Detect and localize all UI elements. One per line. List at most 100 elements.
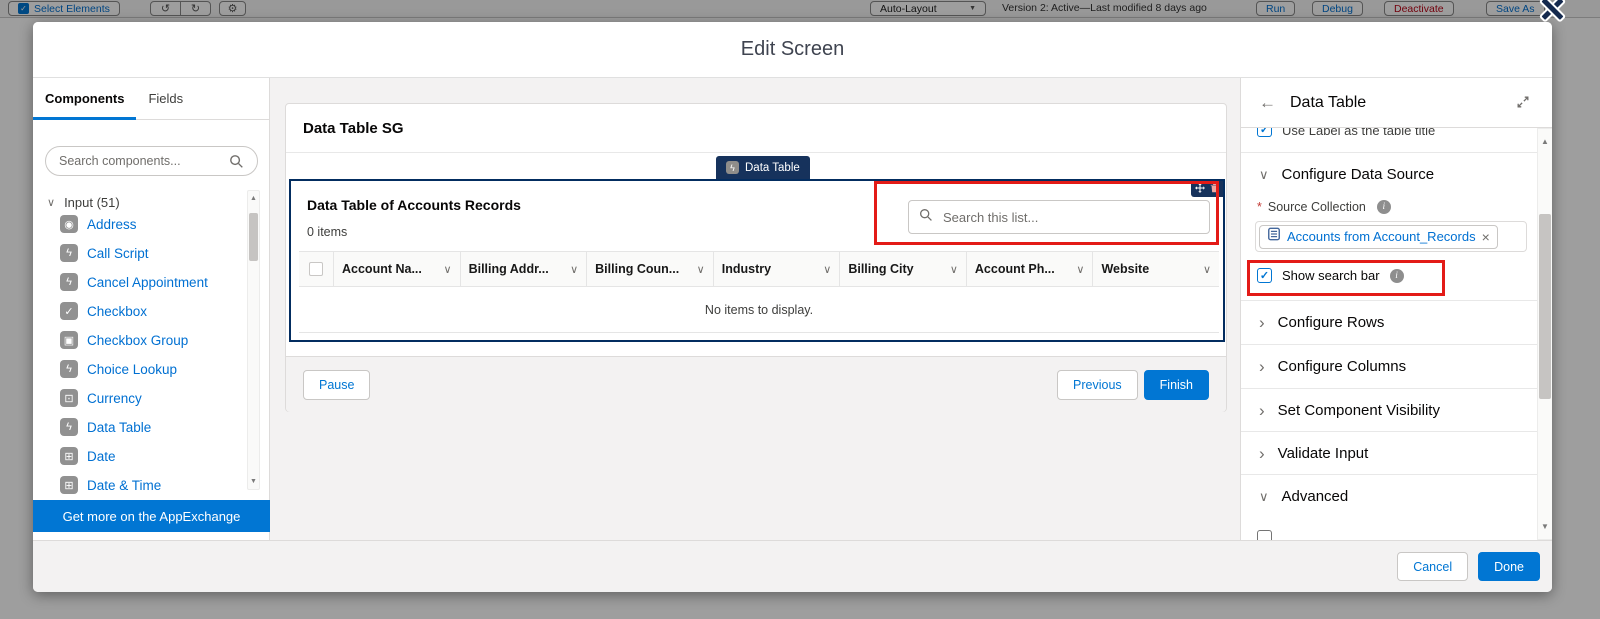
chevron-right-icon: › [1259,445,1265,462]
back-arrow-icon[interactable]: ← [1259,93,1276,113]
chevron-right-icon: › [1259,358,1265,375]
info-icon[interactable]: i [1390,269,1404,283]
chevron-right-icon: › [1259,402,1265,419]
date-icon: ⊞ [60,447,78,465]
screen-footer: Pause Previous Finish [286,356,1226,412]
appexchange-link[interactable]: Get more on the AppExchange [33,500,270,532]
column-header-account-phone[interactable]: Account Ph...∨ [966,252,1093,286]
modal-footer: Cancel Done [33,540,1552,592]
chevron-down-icon[interactable]: ∨ [444,263,452,276]
cancel-appointment-icon: ϟ [60,273,78,291]
column-header-website[interactable]: Website∨ [1092,252,1219,286]
cancel-button[interactable]: Cancel [1397,552,1468,581]
close-cursor-icon [1537,0,1567,24]
modal-header: Edit Screen [33,22,1552,78]
section-configure-data-source[interactable]: ∨ Configure Data Source [1241,152,1537,196]
move-icon[interactable] [1195,180,1205,198]
scrollbar-thumb[interactable] [1539,214,1551,399]
expand-icon[interactable] [1516,95,1530,114]
data-table-title: Data Table of Accounts Records [307,197,521,213]
show-search-bar-row[interactable]: ✓ Show search bar i [1257,268,1552,283]
pause-button[interactable]: Pause [303,370,370,400]
data-table-component[interactable]: Data Table of Accounts Records 0 items A… [289,179,1225,342]
sidebar-tabs: Components Fields [33,78,269,120]
sidebar-item-date[interactable]: ⊞ Date [33,442,245,470]
column-header-billing-address[interactable]: Billing Addr...∨ [460,252,587,286]
scrollbar-thumb[interactable] [249,213,258,261]
panel-scrollbar[interactable]: ▲ ▼ [1537,128,1552,540]
source-collection-label: * Source Collection i [1257,200,1391,214]
panel-header: ← Data Table [1241,78,1552,128]
chevron-down-icon: ∨ [47,196,55,209]
chevron-down-icon: ∨ [1259,489,1269,505]
choice-lookup-icon: ϟ [60,360,78,378]
sidebar-item-choice-lookup[interactable]: ϟ Choice Lookup [33,355,245,383]
done-button[interactable]: Done [1478,552,1540,581]
section-validate-input[interactable]: › Validate Input [1241,431,1537,475]
chevron-down-icon[interactable]: ∨ [570,263,578,276]
sidebar-item-date-time[interactable]: ⊞ Date & Time [33,471,245,499]
checkbox-group-icon: ▣ [60,331,78,349]
components-sidebar: Components Fields ∨ Input (51) ◉ Address… [33,78,270,540]
components-list-scrollbar[interactable]: ▲ ▼ [247,190,260,490]
previous-button[interactable]: Previous [1057,370,1138,400]
table-header-row: Account Na...∨ Billing Addr...∨ Billing … [299,251,1219,287]
column-header-billing-country[interactable]: Billing Coun...∨ [586,252,713,286]
required-asterisk: * [1257,200,1262,214]
source-collection-field[interactable]: Accounts from Account_Records × [1255,221,1527,252]
search-this-list-input[interactable] [941,209,1181,226]
scroll-down-icon[interactable]: ▼ [248,478,259,485]
scroll-up-icon[interactable]: ▲ [248,195,259,202]
list-search-box [908,200,1210,234]
sidebar-item-checkbox[interactable]: ✓ Checkbox [33,297,245,325]
column-header-billing-city[interactable]: Billing City∨ [839,252,966,286]
search-components-input[interactable] [45,146,258,176]
screen-header: Data Table SG [286,104,1226,153]
chevron-down-icon: ∨ [1259,167,1269,183]
chevron-down-icon[interactable]: ∨ [1203,263,1211,276]
search-icon [919,208,933,227]
section-set-component-visibility[interactable]: › Set Component Visibility [1241,388,1537,432]
screen-title: Data Table SG [303,120,404,137]
chevron-down-icon[interactable]: ∨ [697,263,705,276]
edit-screen-modal: Edit Screen Components Fields ∨ Input (5… [33,22,1552,592]
section-configure-columns[interactable]: › Configure Columns [1241,344,1537,388]
chevron-down-icon[interactable]: ∨ [823,263,831,276]
source-collection-pill[interactable]: Accounts from Account_Records × [1259,225,1498,249]
sidebar-item-cancel-appointment[interactable]: ϟ Cancel Appointment [33,268,245,296]
sidebar-item-currency[interactable]: ⊡ Currency [33,384,245,412]
chevron-down-icon[interactable]: ∨ [1076,263,1084,276]
address-icon: ◉ [60,215,78,233]
sidebar-item-checkbox-group[interactable]: ▣ Checkbox Group [33,326,245,354]
panel-title: Data Table [1290,94,1366,112]
remove-pill-icon[interactable]: × [1482,230,1490,244]
flow-builder-screen: ✓ Select Elements ↺ ↻ ⚙ Auto-Layout ▼ Ve… [0,0,1600,619]
clipped-checkbox[interactable] [1257,530,1272,540]
chevron-down-icon[interactable]: ∨ [950,263,958,276]
checked-checkbox-icon[interactable]: ✓ [1257,268,1272,283]
select-all-checkbox[interactable] [309,262,323,276]
sidebar-item-address[interactable]: ◉ Address [33,210,245,238]
scroll-up-icon[interactable]: ▲ [1538,137,1552,146]
column-header-account-name[interactable]: Account Na...∨ [333,252,460,286]
info-icon[interactable]: i [1377,200,1391,214]
section-advanced[interactable]: ∨ Advanced [1241,474,1537,518]
sidebar-item-call-script[interactable]: ϟ Call Script [33,239,245,267]
finish-button[interactable]: Finish [1144,370,1209,400]
tab-components[interactable]: Components [33,78,136,119]
data-table-properties-panel: ✓ Use Label as the table title ← Data Ta… [1240,78,1552,540]
scroll-down-icon[interactable]: ▼ [1538,522,1552,531]
section-configure-rows[interactable]: › Configure Rows [1241,300,1537,344]
screen-editor-card: Data Table SG ϟ Data Table [285,103,1227,412]
record-collection-icon [1267,227,1281,246]
component-tab-data-table[interactable]: ϟ Data Table [716,156,810,179]
empty-table-message: No items to display. [299,287,1219,333]
sidebar-item-data-table[interactable]: ϟ Data Table [33,413,245,441]
lightning-icon: ϟ [726,161,739,174]
tab-fields[interactable]: Fields [136,78,195,119]
delete-trash-icon[interactable] [1210,180,1219,198]
column-header-industry[interactable]: Industry∨ [713,252,840,286]
chevron-right-icon: › [1259,314,1265,331]
call-script-icon: ϟ [60,244,78,262]
items-count: 0 items [307,225,347,239]
